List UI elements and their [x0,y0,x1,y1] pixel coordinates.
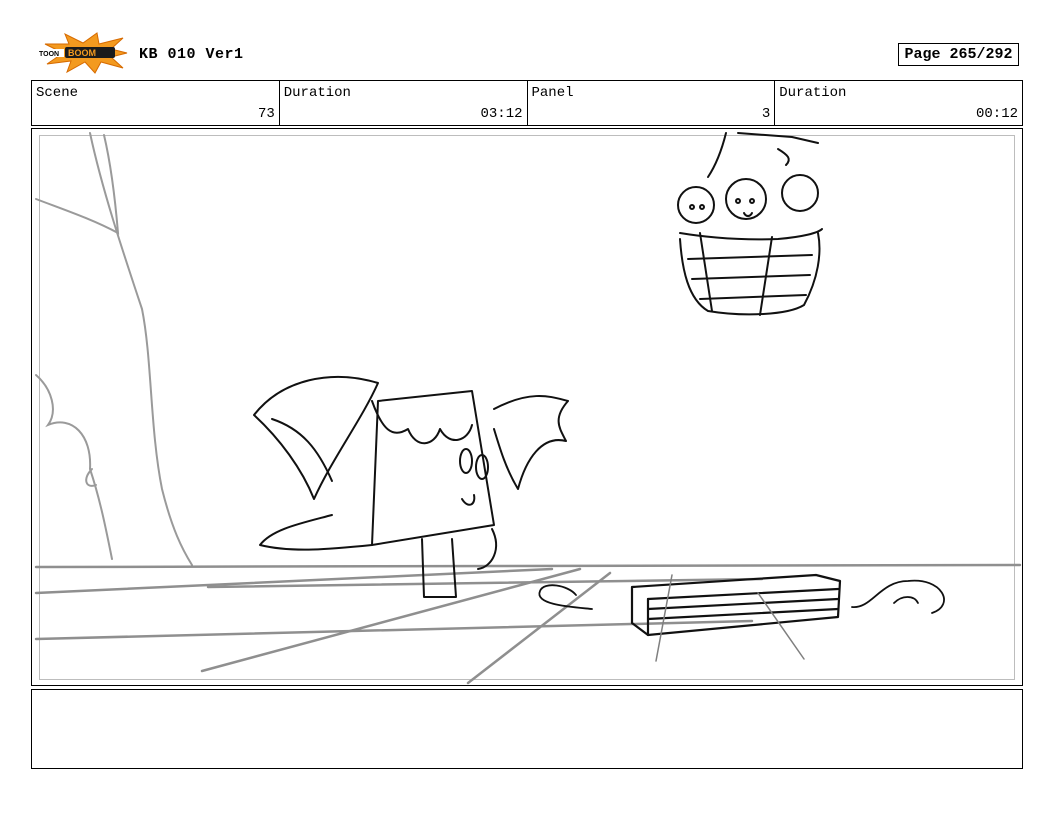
scene-duration-cell: Duration 03:12 [280,81,528,125]
scene-info-row: Scene 73 Duration 03:12 Panel 3 Duration… [31,80,1023,126]
balloon-basket-sketch [677,132,823,316]
page-indicator: Page 265/292 [898,43,1019,66]
scene-cell: Scene 73 [32,81,280,125]
panel-duration-label: Duration [779,85,847,101]
panel-value: 3 [761,106,771,122]
scene-label: Scene [36,85,79,101]
panel-label: Panel [531,85,574,101]
tree-sketch [35,132,193,566]
panel-sketch [34,132,1022,685]
document-title: KB 010 Ver1 [139,46,244,63]
dust-puffs [538,579,945,614]
panel-cell: Panel 3 [528,81,776,125]
panel-duration-cell: Duration 00:12 [775,81,1022,125]
panel-notes-box[interactable] [31,689,1023,769]
svg-text:TOON: TOON [39,51,59,58]
scene-duration-value: 03:12 [480,106,523,122]
ground-lines [34,563,1022,685]
svg-text:BOOM: BOOM [68,48,96,58]
dragon-sketch [253,375,569,598]
scene-duration-label: Duration [283,85,351,101]
panel-duration-value: 00:12 [975,106,1018,122]
toon-boom-logo: TOON BOOM [38,32,128,74]
storyboard-panel [31,128,1023,686]
scene-value: 73 [257,106,275,122]
